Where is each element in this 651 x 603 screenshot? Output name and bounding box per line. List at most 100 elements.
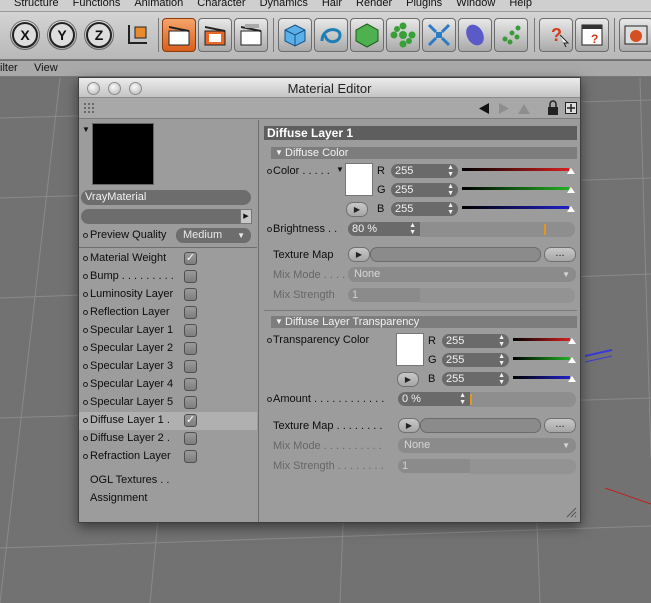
brightness-animation-dot-icon[interactable]: [267, 227, 272, 232]
menu-window[interactable]: Window: [442, 0, 495, 9]
spinner-icon[interactable]: ▲ ▼: [498, 372, 505, 386]
trans-r-slider[interactable]: [513, 334, 576, 347]
transparency-animation-dot-icon[interactable]: [267, 338, 272, 343]
forward-arrow-icon[interactable]: [497, 102, 511, 115]
assignment-item[interactable]: Assignment: [79, 490, 257, 508]
resize-grip-icon[interactable]: [565, 506, 577, 518]
channel-checkbox[interactable]: [184, 288, 197, 301]
animation-dot-icon[interactable]: [83, 233, 88, 238]
channel-checkbox[interactable]: ✓: [184, 414, 197, 427]
channel-item[interactable]: Bump . . . . . . . . .: [79, 268, 257, 286]
amount-slider[interactable]: [470, 392, 576, 407]
brightness-slider[interactable]: [420, 222, 575, 237]
channel-item[interactable]: Reflection Layer: [79, 304, 257, 322]
channel-item[interactable]: Specular Layer 3: [79, 358, 257, 376]
texture-map-2-field[interactable]: [420, 418, 541, 433]
menu-animation[interactable]: Animation: [120, 0, 183, 9]
grip-icon[interactable]: [83, 102, 95, 114]
channel-checkbox[interactable]: [184, 324, 197, 337]
render-view-icon[interactable]: [162, 18, 196, 52]
material-preview[interactable]: [92, 123, 154, 185]
trans-g-input[interactable]: 255 ▲ ▼: [442, 353, 509, 367]
diffuse-color-group-header[interactable]: ▼ Diffuse Color: [271, 147, 577, 159]
amount-animation-dot-icon[interactable]: [267, 397, 272, 402]
title-bar[interactable]: Material Editor: [79, 78, 580, 98]
menu-hair[interactable]: Hair: [308, 0, 342, 9]
color-g-slider[interactable]: [462, 183, 575, 196]
preview-menu-arrow-icon[interactable]: ▼: [82, 125, 90, 134]
transparency-mode-button[interactable]: ▶: [397, 372, 419, 387]
menu-plugins[interactable]: Plugins: [392, 0, 442, 9]
help-pointer-icon[interactable]: ?: [539, 18, 573, 52]
channel-checkbox[interactable]: [184, 396, 197, 409]
menu-help[interactable]: Help: [495, 0, 532, 9]
menu-character[interactable]: Character: [183, 0, 245, 9]
spinner-icon[interactable]: ▲ ▼: [498, 334, 505, 348]
web-browser-icon[interactable]: [619, 18, 651, 52]
channel-checkbox[interactable]: [184, 270, 197, 283]
channel-item[interactable]: Specular Layer 5: [79, 394, 257, 412]
spinner-icon[interactable]: ▲ ▼: [447, 164, 454, 178]
material-subname-field[interactable]: [81, 209, 241, 224]
up-arrow-icon[interactable]: [517, 102, 531, 115]
channel-item[interactable]: Specular Layer 1: [79, 322, 257, 340]
trans-r-input[interactable]: 255 ▲ ▼: [442, 334, 509, 348]
lock-icon[interactable]: [547, 100, 559, 116]
menu-render[interactable]: Render: [342, 0, 392, 9]
new-window-icon[interactable]: [565, 102, 577, 114]
mix-strength-slider[interactable]: [420, 288, 575, 303]
coordinate-system-icon[interactable]: [120, 18, 154, 52]
menu-functions[interactable]: Functions: [59, 0, 121, 9]
trans-g-slider[interactable]: [513, 353, 576, 366]
x-axis-lock-icon[interactable]: X: [10, 20, 40, 50]
amount-slider-handle[interactable]: [470, 394, 472, 405]
material-subname-arrow-icon[interactable]: ▶: [240, 209, 252, 224]
nurbs-icon[interactable]: [350, 18, 384, 52]
trans-b-input[interactable]: 255 ▲ ▼: [442, 372, 509, 386]
particle-icon[interactable]: [494, 18, 528, 52]
color-g-input[interactable]: 255 ▲ ▼: [391, 183, 458, 197]
color-menu-arrow-icon[interactable]: ▼: [336, 165, 344, 174]
material-name-field[interactable]: VrayMaterial: [81, 190, 251, 205]
y-axis-lock-icon[interactable]: Y: [47, 20, 77, 50]
spline-icon[interactable]: [314, 18, 348, 52]
menu-structure[interactable]: Structure: [0, 0, 59, 9]
channel-item[interactable]: Material Weight ✓: [79, 250, 257, 268]
channel-checkbox[interactable]: [184, 342, 197, 355]
back-arrow-icon[interactable]: [477, 102, 491, 115]
color-r-slider[interactable]: [462, 164, 575, 177]
channel-checkbox[interactable]: [184, 378, 197, 391]
texture-map-2-arrow-button[interactable]: ▶: [398, 418, 420, 433]
amount-input[interactable]: 0 % ▲ ▼: [398, 392, 470, 406]
spinner-icon[interactable]: ▲ ▼: [447, 183, 454, 197]
channel-checkbox[interactable]: [184, 360, 197, 373]
spinner-icon[interactable]: ▲ ▼: [459, 392, 466, 406]
brightness-input[interactable]: 80 % ▲ ▼: [348, 222, 420, 236]
preview-quality-dropdown[interactable]: Medium ▼: [176, 228, 251, 243]
color-r-input[interactable]: 255 ▲ ▼: [391, 164, 458, 178]
channel-item[interactable]: Luminosity Layer: [79, 286, 257, 304]
transparency-group-header[interactable]: ▼ Diffuse Layer Transparency: [271, 316, 577, 328]
mix-mode-dropdown[interactable]: None ▼: [348, 267, 576, 282]
menu-filter[interactable]: ilter: [0, 62, 18, 74]
channel-item[interactable]: Diffuse Layer 1 . ✓: [79, 412, 257, 430]
channel-checkbox[interactable]: [184, 450, 197, 463]
deformer-icon[interactable]: [422, 18, 456, 52]
color-mode-button[interactable]: ▶: [346, 202, 368, 217]
spinner-icon[interactable]: ▲ ▼: [447, 202, 454, 216]
texture-map-2-browse-button[interactable]: ...: [544, 418, 576, 433]
color-b-input[interactable]: 255 ▲ ▼: [391, 202, 458, 216]
texture-map-field[interactable]: [370, 247, 541, 262]
transparency-color-swatch[interactable]: [396, 333, 424, 366]
mix-strength-2-slider[interactable]: [470, 459, 576, 474]
channel-checkbox[interactable]: ✓: [184, 252, 197, 265]
array-icon[interactable]: [386, 18, 420, 52]
spinner-icon[interactable]: ▲ ▼: [498, 353, 505, 367]
ogl-textures-item[interactable]: OGL Textures . .: [79, 472, 257, 490]
texture-map-arrow-button[interactable]: ▶: [348, 247, 370, 262]
script-manager-icon[interactable]: ?: [575, 18, 609, 52]
menu-view[interactable]: View: [34, 62, 58, 74]
scene-object-icon[interactable]: [458, 18, 492, 52]
z-axis-lock-icon[interactable]: Z: [84, 20, 114, 50]
channel-item[interactable]: Refraction Layer: [79, 448, 257, 466]
